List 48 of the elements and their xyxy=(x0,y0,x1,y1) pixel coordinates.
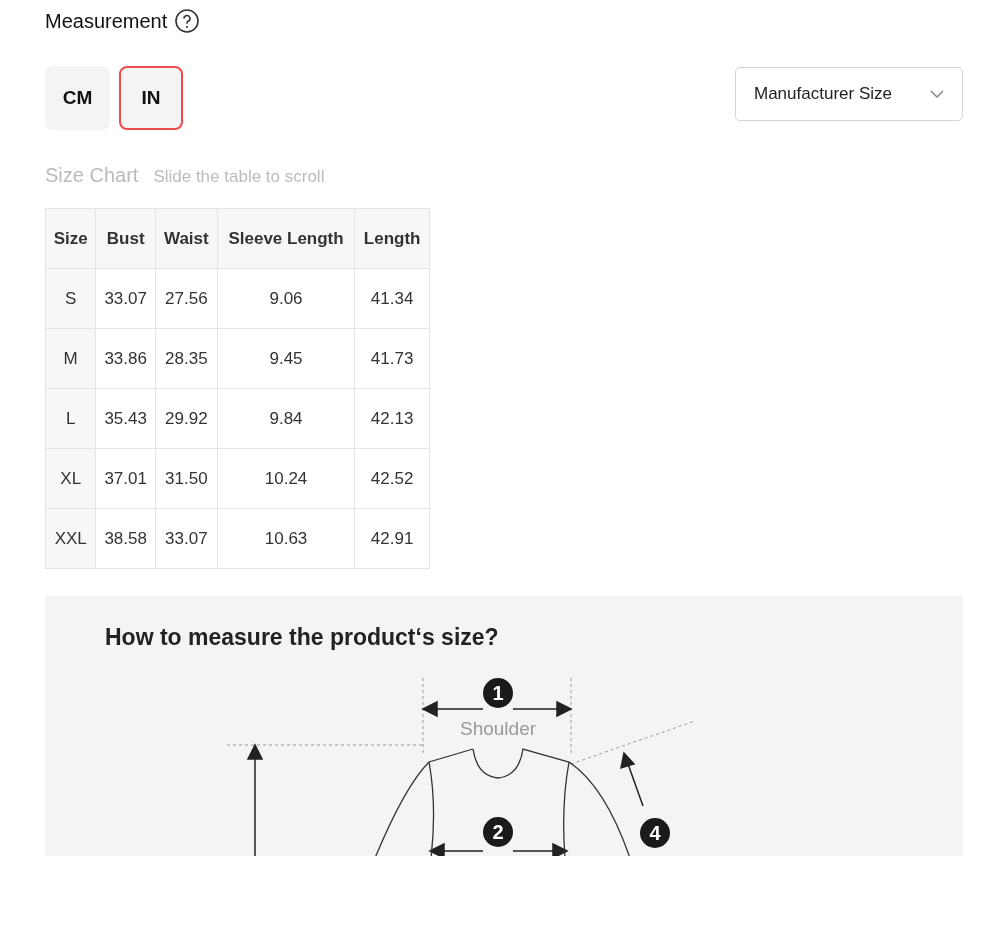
table-cell: 42.13 xyxy=(354,388,430,449)
table-cell: 33.07 xyxy=(155,508,218,569)
table-cell: 9.84 xyxy=(217,388,355,449)
table-cell: 35.43 xyxy=(95,388,156,449)
table-cell: 42.91 xyxy=(354,508,430,569)
table-cell: 27.56 xyxy=(155,268,218,329)
size-chart-title: Size Chart xyxy=(45,163,139,188)
table-cell: 41.34 xyxy=(354,268,430,329)
measure-arrow xyxy=(512,842,569,856)
table-cell: 31.50 xyxy=(155,448,218,509)
scroll-hint: Slide the table to scroll xyxy=(153,166,325,188)
table-cell: 38.58 xyxy=(95,508,156,569)
column-header: Bust xyxy=(95,208,156,269)
table-cell: 29.92 xyxy=(155,388,218,449)
table-cell: 10.24 xyxy=(217,448,355,509)
step-number-marker: 2 xyxy=(483,817,513,847)
help-icon[interactable] xyxy=(175,9,200,33)
measurement-title: Measurement xyxy=(45,9,168,34)
table-cell: 33.86 xyxy=(95,328,156,389)
table-cell: 41.73 xyxy=(354,328,430,389)
table-cell: 10.63 xyxy=(217,508,355,569)
table-cell: 37.01 xyxy=(95,448,156,509)
size-cell: S xyxy=(45,268,96,329)
size-type-dropdown[interactable]: Manufacturer Size xyxy=(735,67,963,121)
measure-arrow xyxy=(512,700,573,718)
measure-arrow xyxy=(421,700,484,718)
unit-tab[interactable]: CM xyxy=(45,66,110,130)
shoulder-label: Shoulder xyxy=(459,718,537,739)
chevron-down-icon xyxy=(930,90,944,98)
unit-tab[interactable]: IN xyxy=(119,66,183,130)
column-header: Size xyxy=(45,208,96,269)
size-cell: L xyxy=(45,388,96,449)
size-cell: XL xyxy=(45,448,96,509)
measure-arrow xyxy=(620,751,644,807)
measure-arrow xyxy=(428,842,484,856)
guide-title: How to measure the product‘s size? xyxy=(105,623,499,652)
size-cell: XXL xyxy=(45,508,96,569)
column-header: Length xyxy=(354,208,430,269)
size-cell: M xyxy=(45,328,96,389)
table-cell: 9.45 xyxy=(217,328,355,389)
table-cell: 28.35 xyxy=(155,328,218,389)
table-cell: 33.07 xyxy=(95,268,156,329)
table-cell: 9.06 xyxy=(217,268,355,329)
step-number-marker: 4 xyxy=(640,818,670,848)
column-header: Sleeve Length xyxy=(217,208,355,269)
table-cell: 42.52 xyxy=(354,448,430,509)
step-number-marker: 1 xyxy=(483,678,513,708)
column-header: Waist xyxy=(155,208,218,269)
